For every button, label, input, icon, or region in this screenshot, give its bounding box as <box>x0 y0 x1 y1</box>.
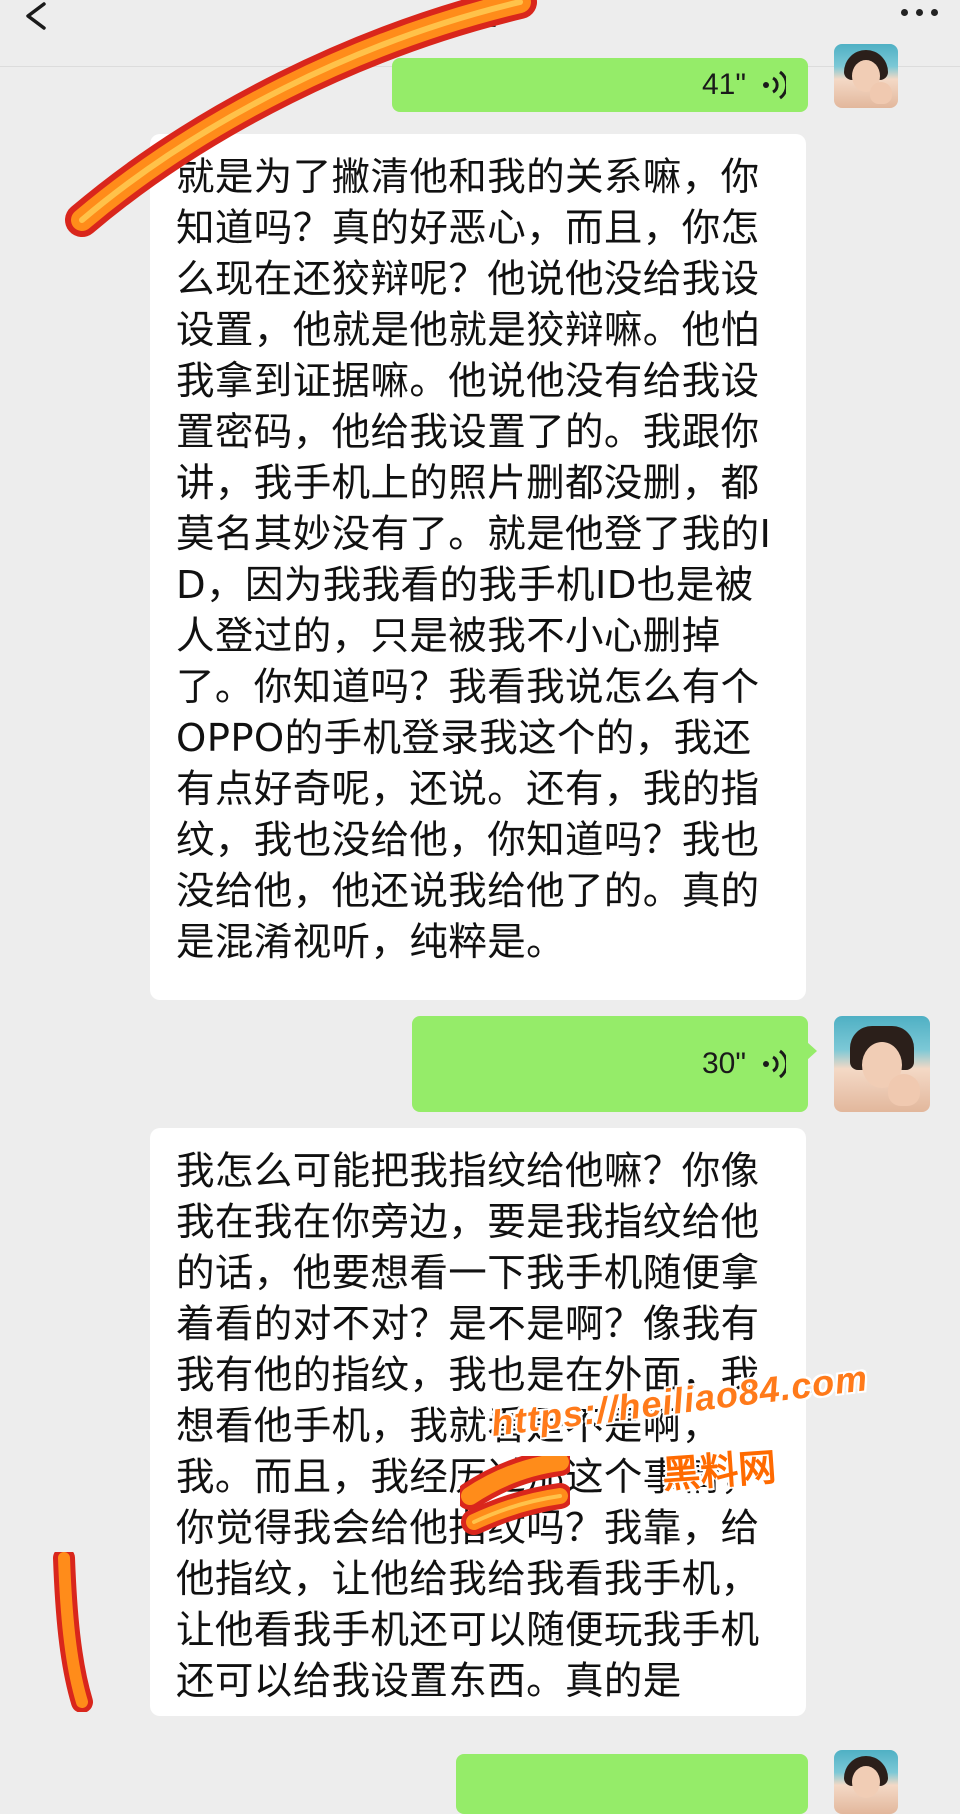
voice-wave-icon <box>763 1049 786 1079</box>
text-message-bubble[interactable]: 就是为了撇清他和我的关系嘛，你知道吗？真的好恶心，而且，你怎么现在还狡辩呢？他说… <box>150 134 806 1000</box>
self-avatar[interactable] <box>834 1750 898 1814</box>
watermark-name: 黑料网 <box>660 1445 778 1497</box>
message-text: 就是为了撇清他和我的关系嘛，你知道吗？真的好恶心，而且，你怎么现在还狡辩呢？他说… <box>176 155 772 965</box>
voice-message-bubble[interactable] <box>456 1754 808 1814</box>
message-text: 我怎么可能把我指纹给他嘛？你像我在我在你旁边，要是我指纹给他的话，他要想看一下我… <box>176 1149 760 1704</box>
self-avatar[interactable] <box>834 1016 930 1112</box>
voice-duration: 30" <box>701 1047 746 1080</box>
self-avatar[interactable] <box>834 44 898 108</box>
chat-header: 姐 <box>0 0 960 67</box>
chat-title: 姐 <box>0 0 960 34</box>
voice-message-content: 30" <box>702 1016 786 1112</box>
more-button[interactable] <box>878 2 938 22</box>
contact-name: 姐 <box>463 0 497 34</box>
ellipsis-icon-dot <box>916 8 923 16</box>
text-message-bubble[interactable]: 我怎么可能把我指纹给他嘛？你像我在我在你旁边，要是我指纹给他的话，他要想看一下我… <box>150 1128 806 1716</box>
censor-stripe-left <box>53 1552 93 1712</box>
voice-duration: 41" <box>701 68 746 101</box>
voice-message-bubble[interactable]: 30" <box>412 1016 817 1112</box>
voice-wave-icon <box>763 70 786 100</box>
voice-message-content: 41" <box>702 58 786 112</box>
ellipsis-icon-dot <box>931 8 938 16</box>
ellipsis-icon <box>901 8 908 16</box>
voice-message-bubble[interactable]: 41" <box>392 58 808 112</box>
